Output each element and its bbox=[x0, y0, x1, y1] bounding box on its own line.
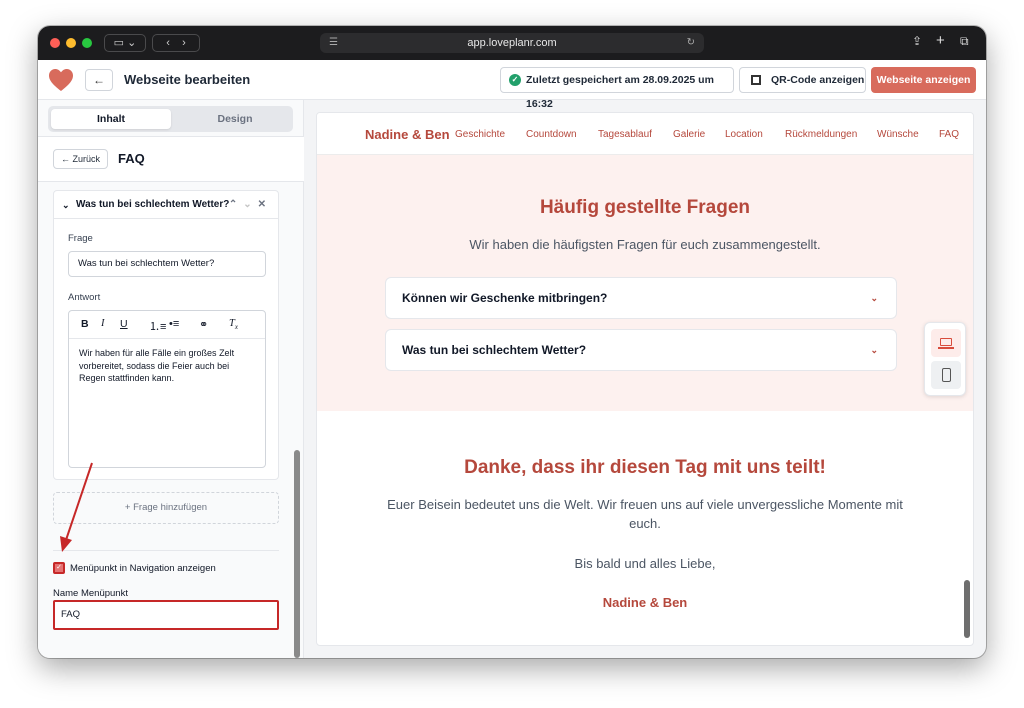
address-bar[interactable]: ☰ app.loveplanr.com ↻ bbox=[320, 33, 704, 53]
qr-code-label: QR-Code anzeigen bbox=[771, 74, 865, 86]
tab-overview-icon[interactable]: ⧉ bbox=[960, 34, 969, 49]
chevron-down-icon: ⌄ bbox=[870, 345, 878, 355]
link-icon[interactable]: ⚭ bbox=[199, 318, 208, 331]
add-question-button[interactable]: + Frage hinzufügen bbox=[53, 492, 279, 524]
save-status-text: Zuletzt gespeichert am 28.09.2025 um 16:… bbox=[526, 74, 714, 110]
closing-text: Bis bald und alles Liebe, bbox=[574, 556, 716, 571]
thanks-heading: Danke, dass ihr diesen Tag mit uns teilt… bbox=[464, 457, 826, 478]
share-icon[interactable]: ⇪ bbox=[912, 34, 922, 48]
page-title: Webseite bearbeiten bbox=[124, 72, 251, 87]
chevron-down-icon: ⌄ bbox=[870, 293, 878, 303]
ordered-list-icon[interactable]: ⒈≡ bbox=[149, 318, 166, 334]
faq-item-header[interactable]: ⌄ Was tun bei schlechtem Wetter? ⌃⌄✕ bbox=[54, 191, 278, 219]
close-window-button[interactable] bbox=[50, 38, 60, 48]
app-header: ← Webseite bearbeiten ✓ Zuletzt gespeich… bbox=[38, 60, 986, 110]
back-button[interactable]: ← bbox=[85, 69, 113, 91]
nav-link-countdown[interactable]: Countdown bbox=[526, 129, 577, 140]
thanks-text: Euer Beisein bedeutet uns die Welt. Wir … bbox=[387, 497, 903, 531]
bullet-list-icon[interactable]: •≡ bbox=[169, 318, 179, 330]
preview-navigation: Nadine & Ben Geschichte Countdown Tagesa… bbox=[317, 113, 973, 155]
chevron-down-icon[interactable]: ⌄ bbox=[62, 191, 70, 219]
content-design-tabs: Inhalt Design bbox=[48, 106, 293, 132]
editor-sidebar: Inhalt Design ← Zurück FAQ ⌄ Was tun bei… bbox=[38, 100, 304, 658]
qr-code-button[interactable]: QR-Code anzeigen bbox=[739, 67, 866, 93]
answer-editor[interactable]: B I U ⒈≡ •≡ ⚭ Tx Wir haben für alle Fäll… bbox=[68, 310, 266, 468]
faq-item-title: Was tun bei schlechtem Wetter? bbox=[76, 199, 230, 210]
italic-button[interactable]: I bbox=[101, 318, 105, 329]
heart-logo-icon bbox=[49, 69, 73, 91]
faq-item-card: ⌄ Was tun bei schlechtem Wetter? ⌃⌄✕ Fra… bbox=[53, 190, 279, 480]
editor-toolbar: B I U ⒈≡ •≡ ⚭ Tx bbox=[69, 311, 265, 339]
nav-link-geschichte[interactable]: Geschichte bbox=[455, 129, 505, 140]
page-menu-icon[interactable]: ☰ bbox=[329, 37, 338, 49]
faq-accordion-item[interactable]: Können wir Geschenke mitbringen? ⌄ bbox=[385, 277, 897, 319]
nav-link-location[interactable]: Location bbox=[725, 129, 763, 140]
nav-link-faq[interactable]: FAQ bbox=[939, 129, 959, 140]
website-preview: Nadine & Ben Geschichte Countdown Tagesa… bbox=[316, 112, 974, 646]
menu-visibility-label: Menüpunkt in Navigation anzeigen bbox=[70, 563, 216, 574]
divider bbox=[53, 550, 279, 551]
nav-link-wuensche[interactable]: Wünsche bbox=[877, 129, 919, 140]
sidebar-toggle-icon[interactable]: ▭ ⌄ bbox=[104, 34, 146, 52]
faq-subtitle: Wir haben die häufigsten Fragen für euch… bbox=[469, 237, 821, 252]
clear-format-icon[interactable]: Tx bbox=[229, 318, 238, 331]
nav-link-rueckmeldungen[interactable]: Rückmeldungen bbox=[785, 129, 857, 140]
tab-inhalt[interactable]: Inhalt bbox=[51, 109, 171, 129]
section-header: ← Zurück FAQ bbox=[38, 136, 304, 182]
menu-name-label: Name Menüpunkt bbox=[53, 588, 128, 599]
close-icon[interactable]: ✕ bbox=[258, 199, 272, 210]
laptop-icon bbox=[940, 338, 952, 346]
preview-scrollbar[interactable] bbox=[964, 580, 970, 638]
phone-view-button[interactable] bbox=[931, 361, 961, 389]
save-status-badge: ✓ Zuletzt gespeichert am 28.09.2025 um 1… bbox=[500, 67, 734, 110]
faq-heading: Häufig gestellte Fragen bbox=[539, 197, 751, 218]
menu-name-input[interactable]: FAQ bbox=[53, 600, 279, 630]
question-input[interactable]: Was tun bei schlechtem Wetter? bbox=[68, 251, 266, 277]
faq-section: Häufig gestellte Fragen Wir haben die hä… bbox=[317, 155, 973, 411]
laptop-base bbox=[938, 347, 954, 349]
minimize-window-button[interactable] bbox=[66, 38, 76, 48]
nav-link-galerie[interactable]: Galerie bbox=[673, 129, 705, 140]
move-down-icon[interactable]: ⌄ bbox=[243, 199, 257, 210]
new-tab-icon[interactable]: + bbox=[936, 32, 945, 49]
answer-label: Antwort bbox=[68, 292, 101, 303]
tab-design[interactable]: Design bbox=[180, 109, 290, 129]
underline-button[interactable]: U bbox=[120, 318, 128, 330]
signature: Nadine & Ben bbox=[602, 595, 688, 610]
phone-icon bbox=[942, 368, 951, 382]
reload-icon[interactable]: ↻ bbox=[687, 37, 695, 49]
faq-accordion-item[interactable]: Was tun bei schlechtem Wetter? ⌄ bbox=[385, 329, 897, 371]
sidebar-scrollbar[interactable] bbox=[294, 450, 300, 658]
zurueck-button[interactable]: ← Zurück bbox=[53, 149, 108, 169]
check-circle-icon: ✓ bbox=[509, 74, 521, 86]
item-controls: ⌃⌄✕ bbox=[229, 191, 272, 219]
menu-visibility-checkbox[interactable]: ✓ bbox=[53, 562, 65, 574]
laptop-view-button[interactable] bbox=[931, 329, 961, 357]
section-title: FAQ bbox=[118, 151, 145, 166]
question-label: Frage bbox=[68, 233, 93, 244]
answer-text[interactable]: Wir haben für alle Fälle ein großes Zelt… bbox=[79, 347, 255, 385]
bold-button[interactable]: B bbox=[81, 318, 89, 330]
view-website-button[interactable]: Webseite anzeigen bbox=[871, 67, 976, 93]
history-nav-buttons[interactable]: ‹ › bbox=[152, 34, 200, 52]
browser-window: ▭ ⌄ ‹ › ☰ app.loveplanr.com ↻ ⇪ + ⧉ ← We… bbox=[38, 26, 986, 658]
maximize-window-button[interactable] bbox=[82, 38, 92, 48]
nav-link-tagesablauf[interactable]: Tagesablauf bbox=[598, 129, 652, 140]
faq-question: Können wir Geschenke mitbringen? bbox=[402, 291, 608, 305]
qr-code-icon bbox=[751, 75, 761, 85]
url-text: app.loveplanr.com bbox=[467, 37, 557, 49]
browser-toolbar: ▭ ⌄ ‹ › ☰ app.loveplanr.com ↻ ⇪ + ⧉ bbox=[38, 26, 986, 60]
preview-brand[interactable]: Nadine & Ben bbox=[365, 127, 450, 142]
device-toggle bbox=[924, 322, 966, 396]
move-up-icon[interactable]: ⌃ bbox=[229, 199, 243, 210]
faq-question: Was tun bei schlechtem Wetter? bbox=[402, 343, 587, 357]
